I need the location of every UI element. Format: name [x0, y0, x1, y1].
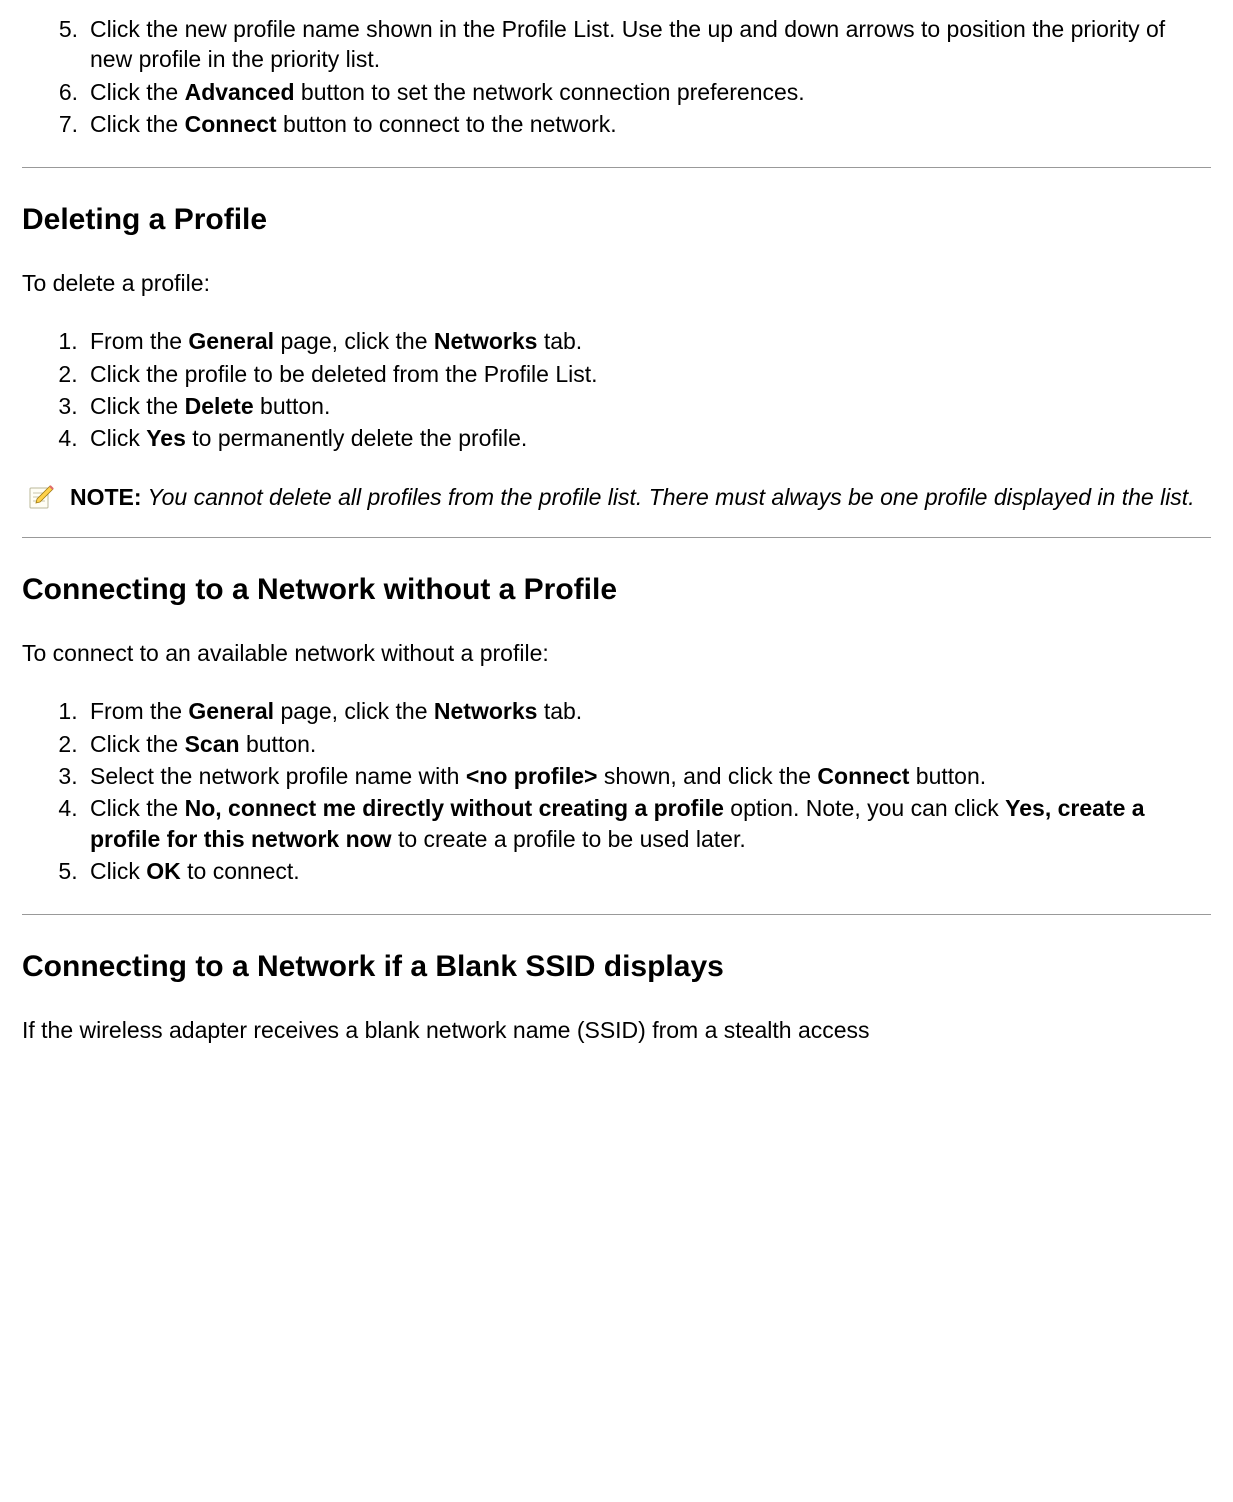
list-item-text: From the: [90, 328, 188, 354]
list-item: Select the network profile name with <no…: [84, 761, 1211, 791]
section-divider: [22, 167, 1211, 168]
list-item-text: to create a profile to be used later.: [392, 826, 746, 852]
intro-deleting-profile: To delete a profile:: [22, 268, 1211, 298]
list-item-text: to connect.: [181, 858, 300, 884]
list-item-text: Click: [90, 425, 146, 451]
heading-connect-no-profile: Connecting to a Network without a Profil…: [22, 570, 1211, 610]
list-item-text: button.: [909, 763, 986, 789]
section-divider: [22, 914, 1211, 915]
list-item-text: Click the profile to be deleted from the…: [90, 361, 598, 387]
list-item-text: to permanently delete the profile.: [186, 425, 527, 451]
list-item-text: button.: [240, 731, 317, 757]
list-item-bold: No, connect me directly without creating…: [185, 795, 724, 821]
intro-connect-no-profile: To connect to an available network witho…: [22, 638, 1211, 668]
list-item-text: shown, and click the: [598, 763, 818, 789]
list-item-text: tab.: [537, 698, 582, 724]
list-item-text: button to connect to the network.: [277, 111, 617, 137]
list-item: Click the No, connect me directly withou…: [84, 793, 1211, 854]
list-item-text: From the: [90, 698, 188, 724]
list-item-text: page, click the: [274, 698, 434, 724]
list-item-text: button to set the network connection pre…: [295, 79, 805, 105]
note-block: NOTE: You cannot delete all profiles fro…: [22, 482, 1211, 517]
list-item-bold: Delete: [185, 393, 254, 419]
list-item-bold: General: [188, 698, 274, 724]
list-item: Click the Scan button.: [84, 729, 1211, 759]
list-item-bold: Connect: [185, 111, 277, 137]
list-item: Click the Connect button to connect to t…: [84, 109, 1211, 139]
section-divider: [22, 537, 1211, 538]
list-item-text: tab.: [537, 328, 582, 354]
list-item-bold: Advanced: [185, 79, 295, 105]
list-item-text: option. Note, you can click: [724, 795, 1005, 821]
list-item-text: Click the: [90, 79, 185, 105]
list-item-bold: Networks: [434, 328, 538, 354]
list-item-bold: <no profile>: [466, 763, 598, 789]
list-item: Click the Advanced button to set the net…: [84, 77, 1211, 107]
list-item-text: Select the network profile name with: [90, 763, 466, 789]
list-item: Click Yes to permanently delete the prof…: [84, 423, 1211, 453]
list-item-bold: General: [188, 328, 274, 354]
intro-connect-blank-ssid: If the wireless adapter receives a blank…: [22, 1015, 1211, 1045]
list-item-bold: Networks: [434, 698, 538, 724]
list-item: Click OK to connect.: [84, 856, 1211, 886]
list-item-bold: Scan: [185, 731, 240, 757]
note-text: NOTE: You cannot delete all profiles fro…: [70, 482, 1205, 512]
list-item: Click the new profile name shown in the …: [84, 14, 1211, 75]
list-item-text: Click the: [90, 393, 185, 419]
note-label: NOTE:: [70, 484, 142, 510]
list-item-bold: Connect: [817, 763, 909, 789]
list-item: Click the Delete button.: [84, 391, 1211, 421]
list-item-text: page, click the: [274, 328, 434, 354]
list-item-text: Click the: [90, 111, 185, 137]
deleting-profile-steps: From the General page, click the Network…: [22, 326, 1211, 453]
list-item: From the General page, click the Network…: [84, 326, 1211, 356]
note-icon: [28, 484, 54, 517]
list-item-text: Click: [90, 858, 146, 884]
connect-no-profile-steps: From the General page, click the Network…: [22, 696, 1211, 886]
note-body: You cannot delete all profiles from the …: [142, 484, 1195, 510]
profile-priority-list-continued: Click the new profile name shown in the …: [22, 14, 1211, 139]
list-item-text: button.: [254, 393, 331, 419]
list-item: Click the profile to be deleted from the…: [84, 359, 1211, 389]
list-item-text: Click the: [90, 795, 185, 821]
list-item-text: Click the: [90, 731, 185, 757]
list-item-text: Click the new profile name shown in the …: [90, 16, 1165, 72]
heading-connect-blank-ssid: Connecting to a Network if a Blank SSID …: [22, 947, 1211, 987]
list-item-bold: Yes: [146, 425, 186, 451]
list-item: From the General page, click the Network…: [84, 696, 1211, 726]
heading-deleting-profile: Deleting a Profile: [22, 200, 1211, 240]
list-item-bold: OK: [146, 858, 181, 884]
